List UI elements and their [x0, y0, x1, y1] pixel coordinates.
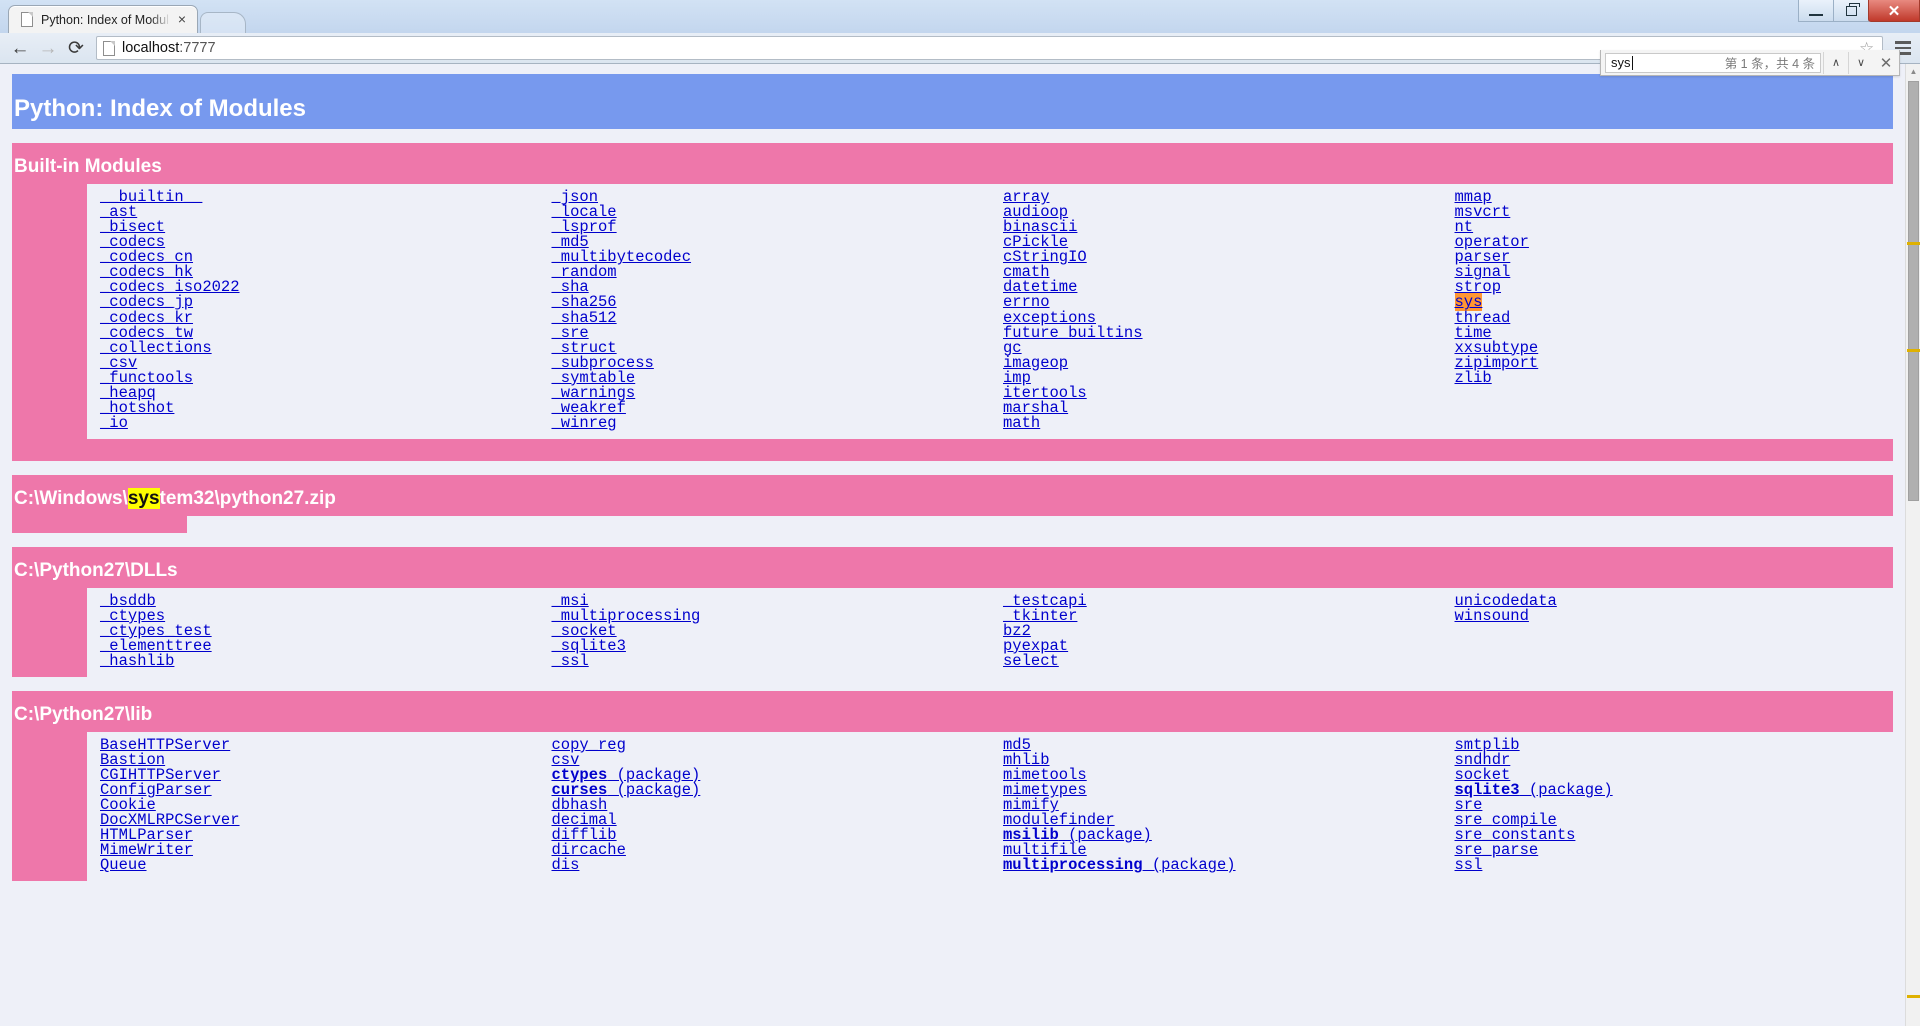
module-columns: _bsddb _ctypes _ctypes_test _elementtree _ha… [87, 587, 1894, 677]
module-link[interactable]: math [1003, 415, 1040, 431]
section-title-text: C:\Windows\ [14, 487, 128, 509]
forward-icon[interactable]: → [34, 35, 62, 61]
module-column: md5 mhlib mimetools mimetypes mimify modulefi… [990, 737, 1442, 875]
find-close-button[interactable]: ✕ [1873, 52, 1899, 74]
module-link[interactable]: select [1003, 653, 1059, 669]
section-gap [12, 676, 1893, 691]
section-gap [12, 532, 1893, 547]
find-match-tick [1907, 995, 1920, 998]
module-column: array audioop binascii cPickle cStringIO cmat… [990, 189, 1442, 431]
module-column: _testcapi _tkinter bz2 pyexpat select [990, 593, 1442, 669]
module-columns: BaseHTTPServer Bastion CGIHTTPServer Config… [87, 731, 1894, 882]
section-title-text: tem32\python27.zip [159, 487, 336, 509]
back-icon[interactable]: ← [6, 35, 34, 61]
module-columns: __builtin__ _ast _bisect _codecs _codecs_cn _… [87, 184, 1893, 439]
tab-title: Python: Index of Modul [41, 12, 169, 27]
find-query-text: sys [1611, 55, 1631, 70]
module-column: copy_reg csv ctypes (package) curses (packa… [539, 737, 991, 873]
section-spacer [12, 438, 1893, 461]
tab-close-icon[interactable]: × [175, 12, 189, 27]
window-controls: ✕ [1798, 0, 1920, 23]
vertical-scrollbar[interactable]: ▲ [1905, 64, 1920, 1026]
url-host: localhost [122, 40, 180, 56]
section-header-lib: C:\Python27\lib [12, 690, 1893, 732]
section-header-builtin: Built-in Modules [12, 143, 1893, 185]
package-tag: (package) [1519, 781, 1613, 800]
section-title-text: Built-in Modules [14, 156, 162, 178]
page-icon [103, 40, 115, 56]
find-match-count: 第 1 条，共 4 条 [1724, 57, 1815, 71]
module-link[interactable]: winsound [1455, 608, 1529, 624]
module-table-lib: BaseHTTPServer Bastion CGIHTTPServer Config… [12, 731, 1894, 882]
module-table-builtin: __builtin__ _ast _bisect _codecs _codecs_cn _… [12, 184, 1893, 439]
find-bar: sys 第 1 条，共 4 条 ∧ ∨ ✕ [1600, 50, 1900, 76]
scrollbar-thumb[interactable] [1908, 81, 1919, 501]
page-title: Python: Index of Modules [12, 74, 1893, 130]
table-gutter [12, 587, 87, 677]
scroll-up-arrow-icon[interactable]: ▲ [1906, 64, 1920, 79]
module-column: _bsddb _ctypes _ctypes_test _elementtree _ha… [87, 593, 539, 669]
module-column: _msi _multiprocessing _socket _sqlite3 _ssl [539, 593, 991, 669]
browser-window: Python: Index of Modul × ✕ ← → ⟳ localho… [0, 0, 1920, 1026]
section-gap [12, 460, 1893, 475]
module-table-dlls: _bsddb _ctypes _ctypes_test _elementtree _ha… [12, 587, 1894, 677]
table-gutter [12, 438, 87, 461]
close-button[interactable]: ✕ [1868, 0, 1920, 22]
module-column: unicodedata winsound [1442, 593, 1894, 669]
section-header-dlls: C:\Python27\DLLs [12, 546, 1893, 588]
module-link[interactable]: future_builtins [1003, 325, 1143, 341]
url-port: :7777 [179, 40, 216, 56]
page-content: Python: Index of Modules Built-in Module… [0, 64, 1905, 896]
find-input[interactable]: sys 第 1 条，共 4 条 [1605, 52, 1821, 73]
find-highlight: sys [127, 487, 160, 509]
reload-icon[interactable]: ⟳ [62, 35, 90, 61]
module-link[interactable]: _hashlib [100, 653, 174, 669]
module-link[interactable]: _winreg [552, 415, 617, 431]
page-viewport: Python: Index of Modules Built-in Module… [0, 64, 1920, 1026]
section-title-text: C:\Python27\lib [14, 703, 153, 725]
module-link[interactable]: Queue [100, 858, 147, 873]
new-tab-button[interactable] [200, 12, 246, 33]
empty-section-stub [12, 515, 187, 533]
module-column: smtplib sndhdr socket sqlite3 (package) sre s… [1442, 737, 1894, 873]
module-link[interactable]: zlib [1455, 370, 1492, 386]
module-sections: Built-in Modules __builtin__ _ast _bisect _c… [12, 143, 1894, 896]
table-gutter [12, 184, 87, 439]
section-gap [12, 881, 1893, 896]
find-previous-button[interactable]: ∧ [1823, 51, 1848, 74]
page-document: Python: Index of Modules Built-in Module… [0, 64, 1905, 1026]
section-title-text: C:\Python27\DLLs [14, 559, 178, 581]
module-link[interactable]: ssl [1455, 858, 1483, 873]
module-link[interactable]: _io [100, 415, 128, 431]
module-column: _json _locale _lsprof _md5 _multibytecodec _r… [539, 189, 991, 431]
restore-button[interactable] [1833, 0, 1869, 22]
module-link[interactable]: _ssl [552, 653, 589, 669]
table-gutter [12, 731, 87, 882]
browser-tab[interactable]: Python: Index of Modul × [8, 5, 198, 33]
find-next-button[interactable]: ∨ [1848, 51, 1873, 74]
module-link[interactable]: multiprocessing (package) [1003, 856, 1236, 875]
page-icon [19, 11, 35, 28]
find-match-tick [1907, 349, 1920, 352]
tab-strip: Python: Index of Modul × [0, 0, 246, 33]
spacer [12, 129, 1893, 144]
browser-titlebar: Python: Index of Modul × ✕ [0, 0, 1920, 33]
module-column: mmap msvcrt nt operator parser signal strop sys… [1442, 189, 1894, 431]
minimize-button[interactable] [1798, 0, 1834, 22]
module-column: BaseHTTPServer Bastion CGIHTTPServer Config… [87, 737, 539, 873]
section-header-zip: C:\Windows\system32\python27.zip [12, 474, 1893, 516]
find-match-tick [1907, 242, 1920, 245]
package-tag: (package) [1142, 856, 1236, 875]
package-tag: (package) [607, 781, 701, 800]
spacer-fill [87, 438, 1893, 461]
module-link[interactable]: dis [552, 858, 580, 873]
module-column: __builtin__ _ast _bisect _codecs _codecs_cn _… [87, 189, 539, 431]
